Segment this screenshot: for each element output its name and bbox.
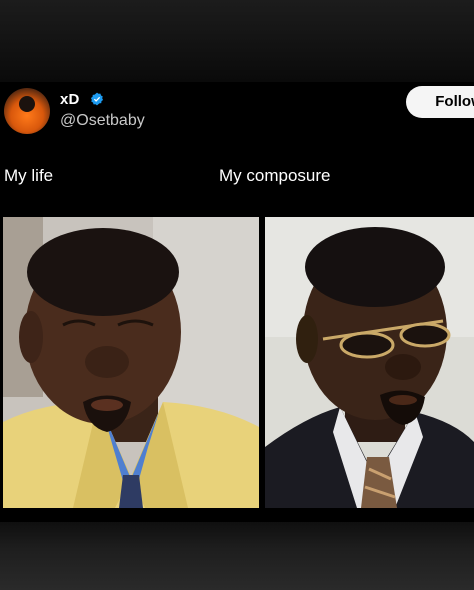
blurred-bottom-backdrop — [0, 522, 474, 590]
verified-badge-icon — [90, 92, 104, 106]
user-handle[interactable]: @Osetbaby — [60, 112, 145, 130]
right-caption: My composure — [219, 166, 331, 185]
display-name[interactable]: xD — [60, 91, 80, 108]
right-meme-image — [265, 217, 474, 508]
blurred-top-backdrop — [0, 0, 474, 82]
left-caption: My life — [4, 166, 54, 185]
user-avatar[interactable] — [4, 88, 50, 134]
follow-button[interactable]: Follow — [406, 86, 474, 118]
tweet-card: xD @Osetbaby Follow My life My composure — [0, 82, 474, 522]
left-meme-image — [3, 217, 259, 508]
